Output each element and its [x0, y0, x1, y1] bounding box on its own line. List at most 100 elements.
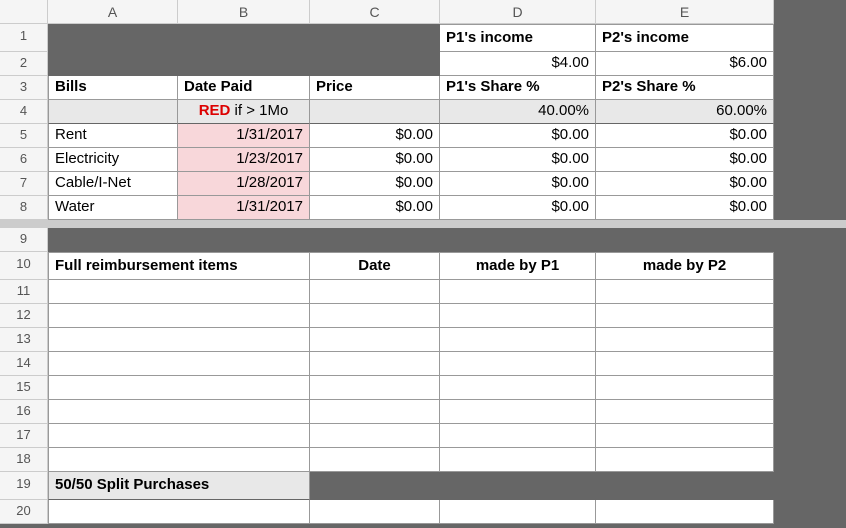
- p1-income-label[interactable]: P1's income: [440, 24, 596, 52]
- row-header-7[interactable]: 7: [0, 172, 48, 196]
- reimb-date[interactable]: [310, 424, 440, 448]
- bill-price[interactable]: $0.00: [310, 172, 440, 196]
- bill-p2[interactable]: $0.00: [596, 124, 774, 148]
- bills-header[interactable]: Bills: [48, 76, 178, 100]
- bill-name[interactable]: Cable/I-Net: [48, 172, 178, 196]
- corner-cell[interactable]: [0, 0, 48, 24]
- reimb-item[interactable]: [48, 352, 310, 376]
- p2-income-label[interactable]: P2's income: [596, 24, 774, 52]
- reimb-p1[interactable]: [440, 448, 596, 472]
- bill-p2[interactable]: $0.00: [596, 148, 774, 172]
- reimb-item[interactable]: [48, 448, 310, 472]
- reimb-item[interactable]: [48, 280, 310, 304]
- reimb-item[interactable]: [48, 400, 310, 424]
- reimb-item[interactable]: [48, 424, 310, 448]
- row-header-12[interactable]: 12: [0, 304, 48, 328]
- bill-p1[interactable]: $0.00: [440, 196, 596, 220]
- row-header-6[interactable]: 6: [0, 148, 48, 172]
- bill-name[interactable]: Rent: [48, 124, 178, 148]
- bill-price[interactable]: $0.00: [310, 124, 440, 148]
- row-header-5[interactable]: 5: [0, 124, 48, 148]
- cell-D9[interactable]: [440, 228, 596, 252]
- cell-C2[interactable]: [310, 52, 440, 76]
- cell-D20[interactable]: [440, 500, 596, 524]
- cell-E20[interactable]: [596, 500, 774, 524]
- reimb-p1[interactable]: [440, 352, 596, 376]
- bill-p2[interactable]: $0.00: [596, 172, 774, 196]
- bill-price[interactable]: $0.00: [310, 196, 440, 220]
- reimb-p2[interactable]: [596, 304, 774, 328]
- cell-A9[interactable]: [48, 228, 178, 252]
- row-header-16[interactable]: 16: [0, 400, 48, 424]
- p1-share-value[interactable]: 40.00%: [440, 100, 596, 124]
- col-header-B[interactable]: B: [178, 0, 310, 24]
- cell-D19[interactable]: [440, 472, 596, 500]
- col-header-C[interactable]: C: [310, 0, 440, 24]
- date-paid-header[interactable]: Date Paid: [178, 76, 310, 100]
- reimb-p2[interactable]: [596, 328, 774, 352]
- reimb-p1-header[interactable]: made by P1: [440, 252, 596, 280]
- price-header[interactable]: Price: [310, 76, 440, 100]
- reimb-p2[interactable]: [596, 352, 774, 376]
- reimb-date[interactable]: [310, 280, 440, 304]
- reimb-p1[interactable]: [440, 424, 596, 448]
- bill-date[interactable]: 1/23/2017: [178, 148, 310, 172]
- col-header-A[interactable]: A: [48, 0, 178, 24]
- col-header-E[interactable]: E: [596, 0, 774, 24]
- row-header-13[interactable]: 13: [0, 328, 48, 352]
- reimb-title[interactable]: Full reimbursement items: [48, 252, 310, 280]
- reimb-p2[interactable]: [596, 448, 774, 472]
- bill-price[interactable]: $0.00: [310, 148, 440, 172]
- reimb-date[interactable]: [310, 328, 440, 352]
- cell-C1[interactable]: [310, 24, 440, 52]
- row-header-19[interactable]: 19: [0, 472, 48, 500]
- row-header-4[interactable]: 4: [0, 100, 48, 124]
- reimb-date[interactable]: [310, 352, 440, 376]
- reimb-item[interactable]: [48, 376, 310, 400]
- p2-income-value[interactable]: $6.00: [596, 52, 774, 76]
- bill-date[interactable]: 1/31/2017: [178, 124, 310, 148]
- cell-E19[interactable]: [596, 472, 774, 500]
- cell-B9[interactable]: [178, 228, 310, 252]
- row-header-15[interactable]: 15: [0, 376, 48, 400]
- cell-A4[interactable]: [48, 100, 178, 124]
- row-header-17[interactable]: 17: [0, 424, 48, 448]
- reimb-date[interactable]: [310, 400, 440, 424]
- row-header-9[interactable]: 9: [0, 228, 48, 252]
- bill-name[interactable]: Water: [48, 196, 178, 220]
- cell-A1[interactable]: [48, 24, 178, 52]
- p2-share-header[interactable]: P2's Share %: [596, 76, 774, 100]
- row-header-3[interactable]: 3: [0, 76, 48, 100]
- p1-share-header[interactable]: P1's Share %: [440, 76, 596, 100]
- reimb-p2[interactable]: [596, 280, 774, 304]
- p2-share-value[interactable]: 60.00%: [596, 100, 774, 124]
- split-title[interactable]: 50/50 Split Purchases: [48, 472, 310, 500]
- reimb-p1[interactable]: [440, 328, 596, 352]
- cell-E9[interactable]: [596, 228, 774, 252]
- cell-C19[interactable]: [310, 472, 440, 500]
- cell-C20[interactable]: [310, 500, 440, 524]
- cell-B1[interactable]: [178, 24, 310, 52]
- bill-p1[interactable]: $0.00: [440, 124, 596, 148]
- reimb-date[interactable]: [310, 448, 440, 472]
- cell-C9[interactable]: [310, 228, 440, 252]
- reimb-p1[interactable]: [440, 400, 596, 424]
- bill-p2[interactable]: $0.00: [596, 196, 774, 220]
- reimb-date[interactable]: [310, 376, 440, 400]
- split-item[interactable]: [48, 500, 310, 524]
- row-header-10[interactable]: 10: [0, 252, 48, 280]
- bill-p1[interactable]: $0.00: [440, 148, 596, 172]
- red-rule-cell[interactable]: RED if > 1Mo: [178, 100, 310, 124]
- col-header-D[interactable]: D: [440, 0, 596, 24]
- cell-C4[interactable]: [310, 100, 440, 124]
- bill-name[interactable]: Electricity: [48, 148, 178, 172]
- row-header-2[interactable]: 2: [0, 52, 48, 76]
- reimb-p2[interactable]: [596, 424, 774, 448]
- row-header-1[interactable]: 1: [0, 24, 48, 52]
- reimb-item[interactable]: [48, 304, 310, 328]
- bill-date[interactable]: 1/28/2017: [178, 172, 310, 196]
- row-header-18[interactable]: 18: [0, 448, 48, 472]
- reimb-p2-header[interactable]: made by P2: [596, 252, 774, 280]
- row-header-11[interactable]: 11: [0, 280, 48, 304]
- cell-A2[interactable]: [48, 52, 178, 76]
